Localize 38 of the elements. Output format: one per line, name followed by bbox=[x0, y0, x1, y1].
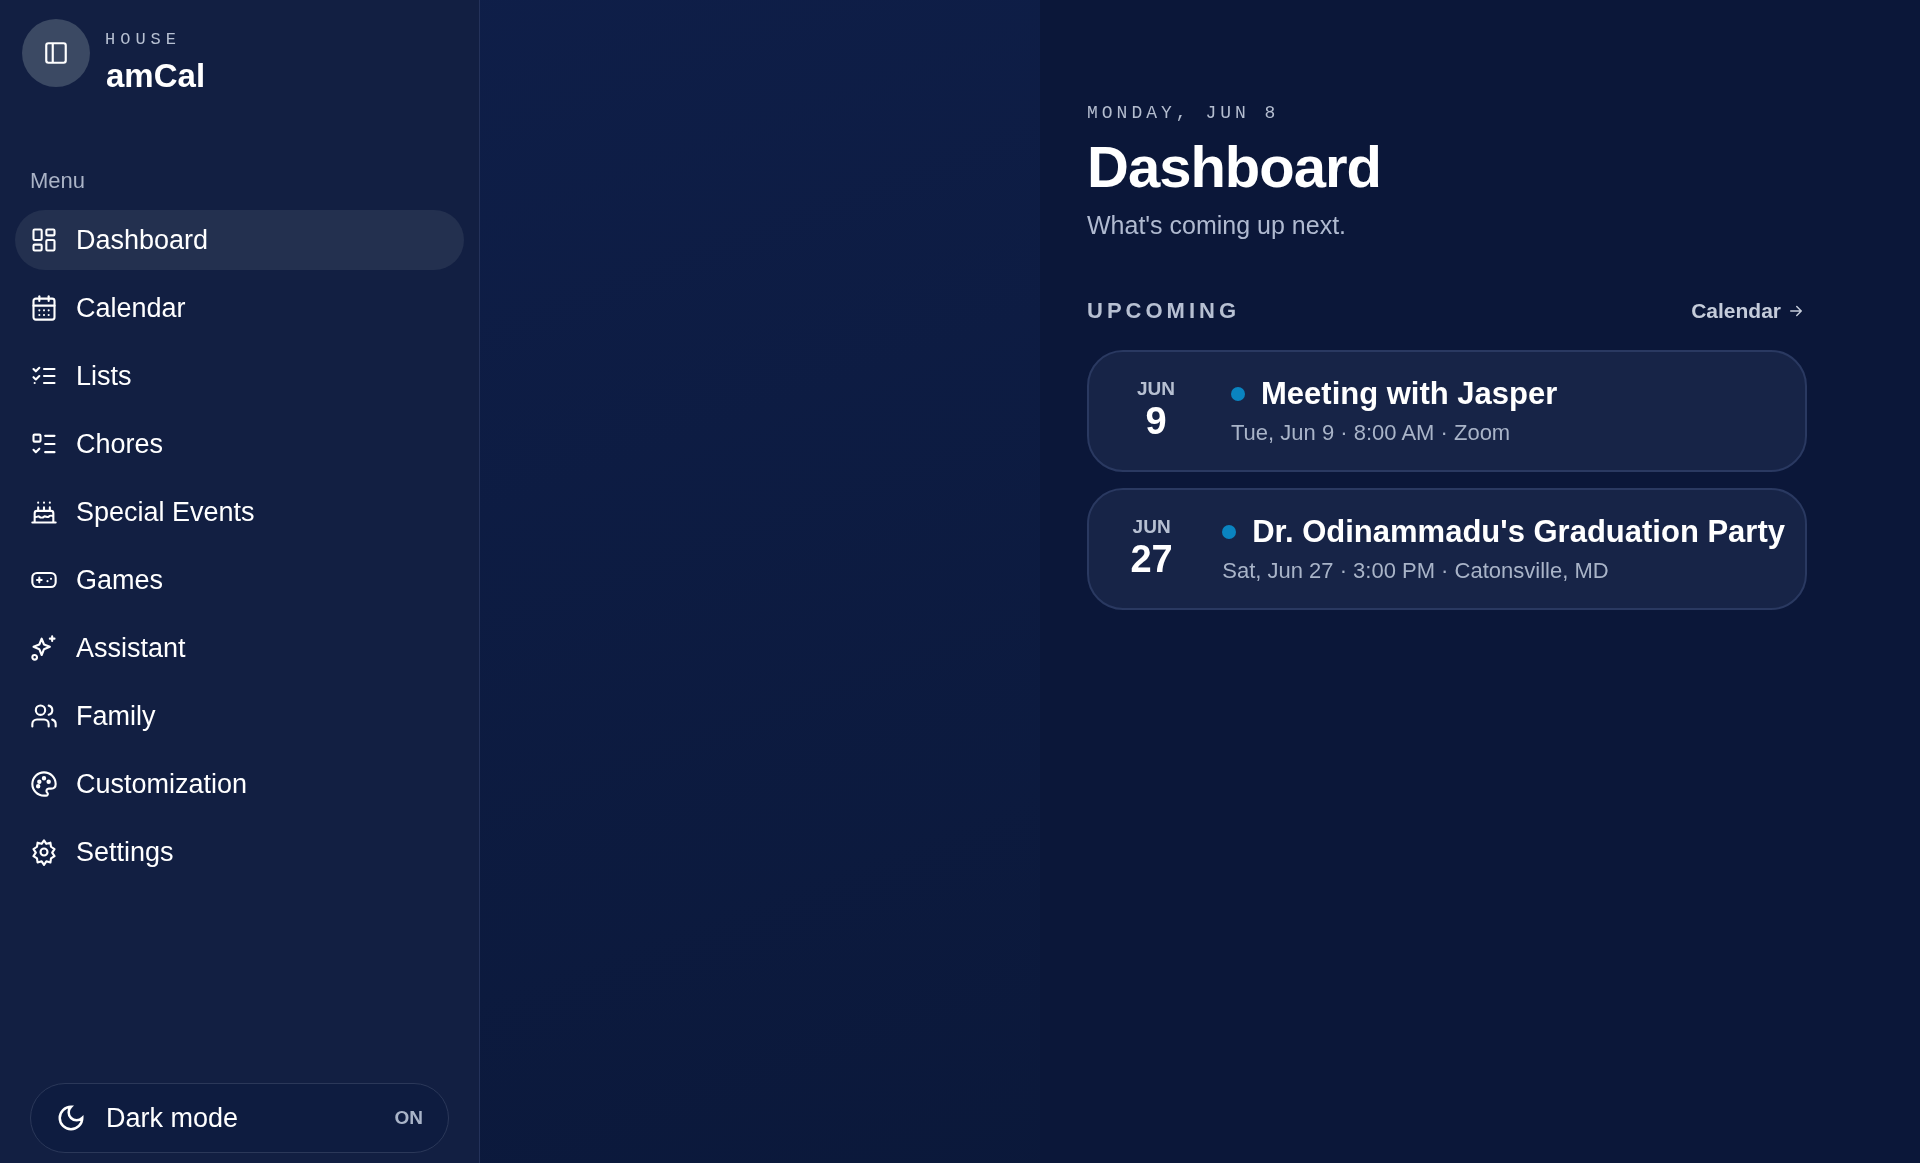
section-title: UPCOMING bbox=[1087, 297, 1240, 324]
nav-item[interactable]: Games bbox=[15, 550, 464, 610]
sidebar-panel-icon bbox=[43, 40, 69, 66]
event-card[interactable]: JUN 9 Meeting with Jasper Tue, Jun 9 · 8:00 AM · Zoom bbox=[1087, 349, 1807, 472]
dark-mode-toggle[interactable]: Dark mode ON bbox=[30, 1083, 449, 1153]
grid-icon bbox=[30, 226, 58, 254]
nav-item[interactable]: Special Events bbox=[15, 482, 464, 542]
page-title: Dashboard bbox=[1087, 135, 1382, 199]
event-details: Tue, Jun 9 · 8:00 AM · Zoom bbox=[1231, 419, 1512, 446]
page-subtitle: What's coming up next. bbox=[1087, 210, 1348, 240]
dark-mode-state: ON bbox=[394, 1107, 423, 1129]
event-title: Dr. Odinammadu's Graduation Party bbox=[1252, 513, 1785, 550]
settings-icon bbox=[30, 838, 58, 866]
calendar-link[interactable]: Calendar bbox=[1691, 298, 1805, 323]
event-card[interactable]: JUN 27 Dr. Odinammadu's Graduation Party Sat, Jun 27 · 3:00 PM · Catonsville, MD bbox=[1087, 487, 1807, 610]
event-month: JUN bbox=[1131, 516, 1172, 539]
palette-icon bbox=[30, 770, 58, 798]
current-date: MONDAY, JUN 8 bbox=[1087, 103, 1281, 123]
brand-eyebrow: HOUSE bbox=[105, 30, 182, 49]
nav-item[interactable]: Assistant bbox=[15, 618, 464, 678]
nav-item[interactable]: Dashboard bbox=[15, 210, 464, 270]
nav-item[interactable]: Family bbox=[15, 686, 464, 746]
event-month: JUN bbox=[1136, 378, 1176, 401]
menu-label: Menu bbox=[29, 167, 87, 195]
event-title: Meeting with Jasper bbox=[1261, 375, 1558, 412]
nav-item[interactable]: Chores bbox=[15, 414, 464, 474]
nav-item[interactable]: Calendar bbox=[15, 278, 464, 338]
nav-item[interactable]: Customization bbox=[15, 754, 464, 814]
event-day: 9 bbox=[1119, 400, 1193, 444]
nav-item[interactable]: Settings bbox=[15, 822, 464, 882]
moon-icon bbox=[56, 1103, 86, 1133]
users-icon bbox=[30, 702, 58, 730]
app-name: amCal bbox=[106, 57, 207, 95]
event-details: Sat, Jun 27 · 3:00 PM · Catonsville, MD bbox=[1222, 557, 1610, 584]
event-day: 27 bbox=[1119, 538, 1185, 582]
sparkles-icon bbox=[30, 634, 58, 662]
calendar-icon bbox=[30, 294, 58, 322]
nav-item[interactable]: Lists bbox=[15, 346, 464, 406]
